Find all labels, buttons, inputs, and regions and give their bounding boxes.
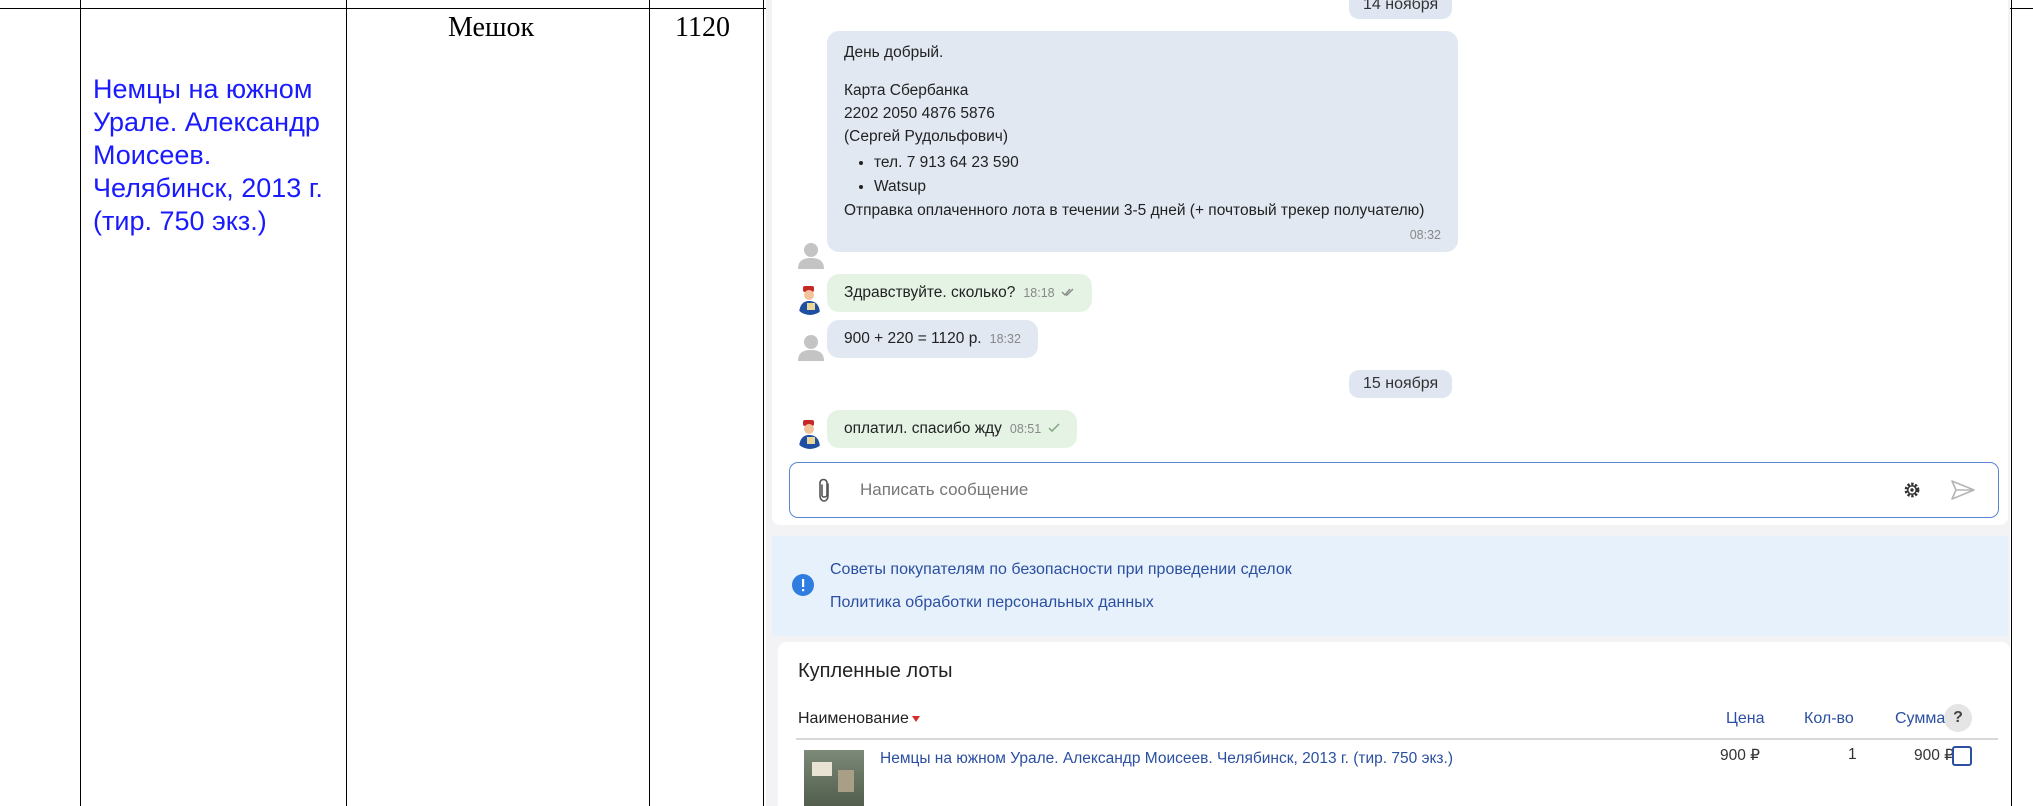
- lot-price: 900 ₽: [1720, 747, 1761, 764]
- gear-icon[interactable]: [1902, 480, 1922, 500]
- message-greeting: День добрый.: [844, 44, 944, 61]
- column-header-sum[interactable]: Сумма: [1895, 710, 1945, 728]
- check-icon: [1048, 423, 1059, 432]
- column-header-name-label: Наименование: [798, 710, 909, 727]
- sort-down-icon: [911, 716, 920, 722]
- message-bubble-question: Здравствуйте. сколько? 18:18: [827, 274, 1092, 312]
- message-time: 18:32: [989, 332, 1021, 346]
- amount-cell: 1120: [675, 12, 730, 43]
- message-card-label: Карта Сбербанка: [844, 82, 969, 99]
- send-icon[interactable]: [1950, 479, 1976, 501]
- lots-header-divider: [796, 738, 1998, 740]
- user-avatar: [794, 283, 826, 315]
- lot-sum: 900 ₽: [1914, 747, 1955, 764]
- table-border-col-5: [2011, 0, 2012, 806]
- safety-tips-link[interactable]: Советы покупателям по безопасности при п…: [830, 561, 1292, 579]
- info-icon: [792, 574, 814, 596]
- message-shipping-note: Отправка оплаченного лота в течении 3-5 …: [844, 202, 1425, 219]
- purchased-lots-title: Купленные лоты: [798, 660, 953, 682]
- lot-thumbnail[interactable]: [804, 750, 864, 806]
- message-composer: [789, 462, 1999, 518]
- contact-avatar-icon: [798, 243, 824, 269]
- date-separator: 14 ноября: [1349, 0, 1453, 19]
- double-check-icon: [1061, 288, 1074, 297]
- message-card-number: 2202 2050 4876 5876: [844, 105, 995, 122]
- table-border-col-1: [80, 0, 81, 806]
- message-input[interactable]: [858, 477, 1862, 503]
- lot-name-link[interactable]: Немцы на южном Урале. Александр Моисеев.…: [880, 750, 1453, 768]
- message-time: 08:51: [1009, 422, 1042, 436]
- table-border-col-4: [763, 0, 764, 806]
- message-card-holder: (Сергей Рудольфович): [844, 128, 1009, 145]
- user-avatar: [794, 417, 826, 449]
- column-header-price[interactable]: Цена: [1726, 710, 1764, 728]
- column-header-name[interactable]: Наименование: [798, 710, 921, 728]
- help-button[interactable]: ?: [1944, 704, 1972, 732]
- message-text: оплатил. спасибо жду: [844, 420, 1002, 437]
- user-avatar-icon: [794, 417, 826, 449]
- message-time: 08:32: [1409, 228, 1441, 242]
- contact-messenger: Watsup: [874, 175, 1441, 199]
- lot-quantity: 1: [1848, 746, 1857, 763]
- message-text: 900 + 220 = 1120 р.: [844, 330, 982, 347]
- message-bubble-price: 900 + 220 = 1120 р. 18:32: [827, 320, 1038, 358]
- purchased-lots-panel: Купленные лоты Наименование Цена Кол-во …: [778, 642, 2010, 806]
- book-title-cell: Немцы на южном Урале. Александр Моисеев.…: [93, 74, 323, 236]
- contact-list: тел. 7 913 64 23 590 Watsup: [844, 151, 1441, 199]
- message-text: Здравствуйте. сколько?: [844, 284, 1016, 301]
- table-border-col-3: [649, 0, 650, 806]
- message-time: 18:18: [1023, 286, 1055, 300]
- safety-info-panel: Советы покупателям по безопасности при п…: [772, 536, 2008, 636]
- contact-phone: тел. 7 913 64 23 590: [874, 151, 1441, 175]
- chat-screenshot: 14 ноября День добрый. Карта Сбербанка 2…: [766, 0, 2010, 806]
- message-bubble-payment: День добрый. Карта Сбербанка 2202 2050 4…: [827, 31, 1458, 252]
- message-panel: 14 ноября День добрый. Карта Сбербанка 2…: [772, 0, 2008, 525]
- column-header-qty[interactable]: Кол-во: [1804, 710, 1854, 728]
- contact-avatar-icon: [798, 335, 824, 361]
- message-bubble-paid: оплатил. спасибо жду 08:51: [827, 410, 1077, 448]
- privacy-policy-link[interactable]: Политика обработки персональных данных: [830, 594, 1154, 612]
- date-separator: 15 ноября: [1349, 370, 1453, 398]
- packaging-cell: Мешок: [448, 12, 535, 43]
- paperclip-icon[interactable]: [817, 477, 831, 503]
- user-avatar-icon: [794, 283, 826, 315]
- lot-checkbox[interactable]: [1952, 746, 1972, 766]
